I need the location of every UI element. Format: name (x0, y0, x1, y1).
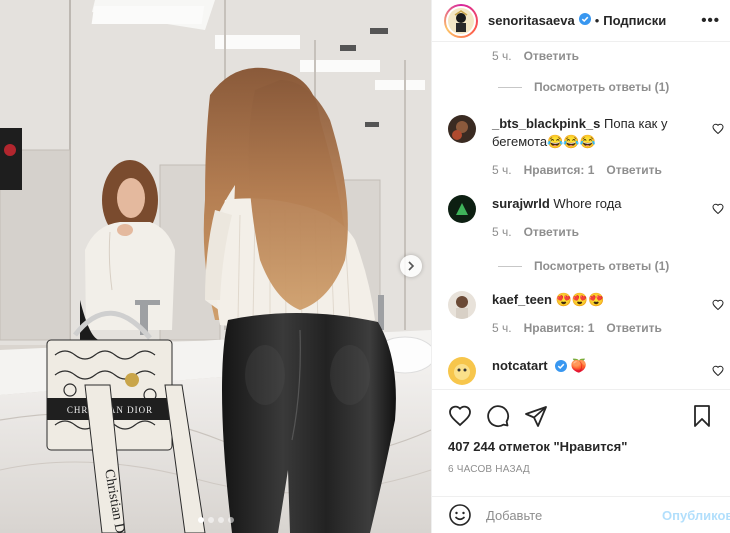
comment-item: surajwrld Whore года 5 ч. Ответить (448, 195, 724, 241)
header-separator: • (594, 13, 600, 28)
comment-time: 5 ч. (492, 225, 512, 239)
author-avatar[interactable] (444, 3, 478, 38)
comment-time: 5 ч. (492, 49, 512, 63)
post-actions: 407 244 отметок "Нравится" 6 часов назад (432, 389, 730, 499)
comment-likes[interactable]: Нравится: 1 (524, 319, 595, 337)
like-heart-icon[interactable] (448, 404, 472, 428)
chevron-right-icon (408, 261, 415, 271)
comment-input[interactable] (486, 507, 662, 523)
comment-likes[interactable]: Нравится: 1 (524, 161, 595, 179)
comment-meta: 5 ч. Ответить (492, 223, 714, 241)
commenter-username[interactable]: _bts_blackpink_s (492, 116, 600, 131)
reply-button[interactable]: Ответить (524, 49, 579, 63)
like-comment-heart-icon[interactable] (712, 299, 724, 314)
comment-item: _bts_blackpink_s Попа как у бегемота😂😂😂 … (448, 115, 724, 179)
comment-item: notcatart 🍑 (448, 357, 724, 385)
commenter-username[interactable]: kaef_teen (492, 292, 552, 307)
commenter-username[interactable]: notcatart (492, 358, 548, 373)
comment-text: Whore года (553, 196, 622, 211)
more-options-icon[interactable]: ••• (701, 12, 720, 29)
reply-button[interactable]: Ответить (524, 223, 579, 241)
comment-bubble-icon[interactable] (486, 404, 510, 428)
post-header: senoritasaeva • Подписки ••• (432, 0, 730, 42)
carousel-dot (227, 517, 234, 523)
comment-meta: 5 ч. Нравится: 1 Ответить (492, 319, 714, 337)
comment-meta: 5 ч. Нравится: 1 Ответить (492, 161, 714, 179)
comment-time: 5 ч. (492, 321, 512, 335)
comment-item: kaef_teen 😍😍😍 5 ч. Нравится: 1 Ответить (448, 291, 724, 337)
replies-divider (498, 265, 522, 267)
carousel-dot (197, 517, 204, 523)
commenter-avatar[interactable] (448, 357, 476, 385)
commenter-avatar[interactable] (448, 291, 476, 319)
post-side-panel: senoritasaeva • Подписки ••• 5 ч. Ответи… (431, 0, 730, 533)
next-slide-button[interactable] (400, 255, 422, 277)
publish-button[interactable]: Опубликовать (662, 508, 730, 523)
view-replies-button[interactable]: Посмотреть ответы (1) (498, 259, 669, 273)
replies-divider (498, 86, 522, 88)
post-photo[interactable]: CHRISTIAN DIOR Christian Dior (0, 0, 431, 533)
comments-list: 5 ч. Ответить Посмотреть ответы (1) _bts… (432, 43, 730, 388)
post-timestamp[interactable]: 6 часов назад (432, 454, 730, 475)
commenter-username[interactable]: surajwrld (492, 196, 550, 211)
view-replies-label: Посмотреть ответы (1) (534, 259, 670, 273)
view-replies-button[interactable]: Посмотреть ответы (1) (498, 80, 669, 94)
author-username[interactable]: senoritasaeva (488, 13, 575, 28)
likes-count[interactable]: 407 244 отметок "Нравится" (432, 430, 730, 454)
add-comment-bar: Опубликовать (432, 496, 730, 533)
reply-button[interactable]: Ответить (606, 319, 661, 337)
comment-meta: 5 ч. Ответить (492, 49, 579, 63)
verified-badge-icon (555, 359, 568, 377)
verified-badge-icon (578, 13, 591, 28)
bookmark-icon[interactable] (690, 404, 714, 428)
share-paper-plane-icon[interactable] (524, 404, 548, 428)
instagram-post-modal: CHRISTIAN DIOR Christian Dior (0, 0, 730, 533)
like-comment-heart-icon[interactable] (712, 365, 724, 380)
carousel-indicator (0, 517, 431, 523)
following-button[interactable]: Подписки (603, 13, 666, 28)
commenter-avatar[interactable] (448, 195, 476, 223)
like-comment-heart-icon[interactable] (712, 203, 724, 218)
commenter-avatar[interactable] (448, 115, 476, 143)
view-replies-label: Посмотреть ответы (1) (534, 80, 670, 94)
author-avatar-image (448, 7, 474, 34)
emoji-smiley-icon[interactable] (448, 503, 472, 527)
like-comment-heart-icon[interactable] (712, 123, 724, 138)
comment-text: 😍😍😍 (555, 292, 605, 307)
carousel-dot (217, 517, 224, 523)
photo-scene: CHRISTIAN DIOR Christian Dior (0, 0, 431, 533)
carousel-dot (207, 517, 214, 523)
comment-time: 5 ч. (492, 163, 512, 177)
reply-button[interactable]: Ответить (606, 161, 661, 179)
comment-text: 🍑 (570, 358, 588, 373)
